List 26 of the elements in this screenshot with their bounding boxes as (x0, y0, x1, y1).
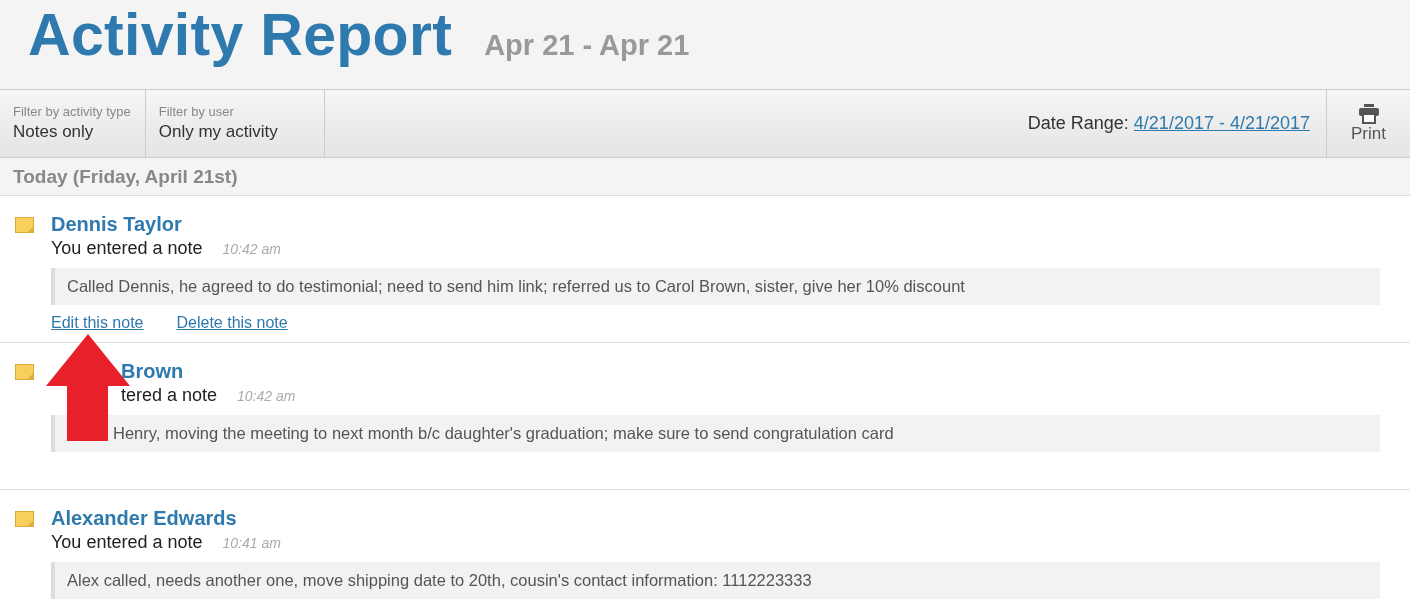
note-text: Called Dennis, he agreed to do testimonial; need to send him link; referred us to Carol Brown, sister, give her 10% discount (51, 268, 1380, 305)
filter-dropdown[interactable]: Filter by activity type Notes only (0, 90, 146, 157)
date-range-link[interactable]: 4/21/2017 - 4/21/2017 (1133, 113, 1310, 134)
note-icon (15, 511, 34, 527)
timestamp: 10:42 am (237, 388, 296, 404)
activity-text: You entered a note (51, 238, 203, 259)
contact-name-link[interactable]: Brown (121, 360, 184, 383)
timestamp: 10:42 am (222, 241, 281, 257)
filter-dropdown[interactable]: Filter by user Only my activity (145, 90, 325, 157)
timestamp: 10:41 am (222, 535, 281, 551)
contact-name-link[interactable]: Alexander Edwards (51, 507, 237, 530)
note-icon (15, 217, 34, 233)
page-title: Activity Report (28, 1, 453, 70)
day-heading: Today (Friday, April 21st) (0, 158, 1410, 196)
date-subtitle: Apr 21 - Apr 21 (484, 29, 690, 62)
note-icon (15, 364, 34, 380)
note-text: Henry, moving the meeting to next month b/c daughter's graduation; make sure to send congratulation card (51, 415, 1380, 452)
printer-icon (1357, 103, 1380, 124)
activity-text: You entered a note (51, 532, 203, 553)
note-text: Alex called, needs another one, move shipping date to 20th, cousin's contact information: 1112223333 (51, 562, 1380, 599)
delete-link[interactable]: Delete this note (176, 314, 288, 332)
contact-name-link[interactable]: Dennis Taylor (51, 213, 182, 236)
edit-link[interactable]: Edit this note (51, 314, 144, 332)
date-range-label: Date Range: (1027, 113, 1129, 134)
print-button[interactable]: Print (1326, 90, 1410, 157)
activity-text: tered a note (121, 385, 218, 406)
